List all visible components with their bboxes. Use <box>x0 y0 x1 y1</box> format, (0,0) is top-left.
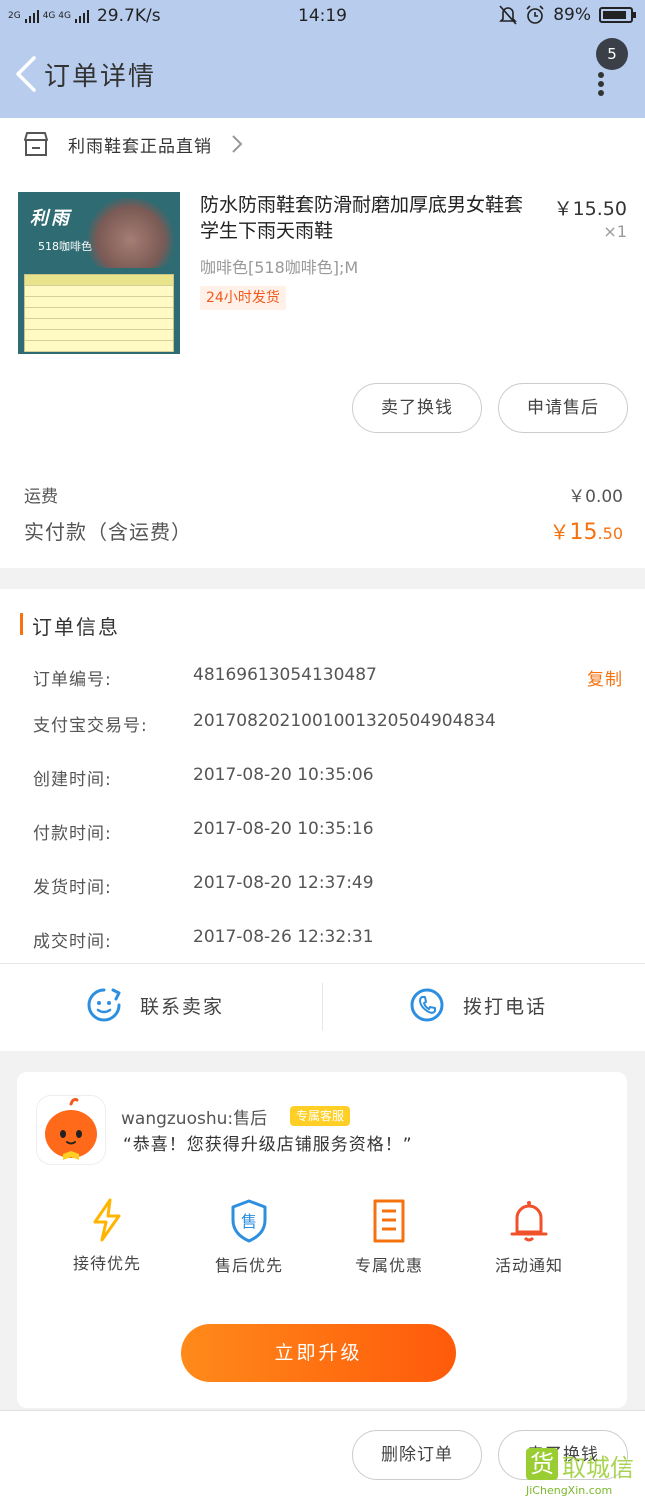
product-price: ￥15.50 <box>553 198 627 220</box>
service-tag: 专属客服 <box>290 1106 351 1126</box>
alipay-value: 2017082021001001320504904834 <box>193 711 496 731</box>
call-phone-label: 拨打电话 <box>463 995 548 1018</box>
sell-button[interactable]: 卖了换钱 <box>352 383 482 433</box>
after-sale-button[interactable]: 申请售后 <box>498 383 628 433</box>
service-name: wangzuoshu:售后 <box>121 1109 268 1129</box>
perk-event-notice: 活动通知 <box>469 1198 589 1276</box>
paid-amount: ￥15.50 <box>550 516 623 545</box>
created-time-label: 创建时间: <box>33 770 112 790</box>
back-arrow-icon[interactable] <box>12 54 42 94</box>
shipping-label: 运费 <box>24 487 58 507</box>
order-item-card: 利雨鞋套正品直销 利雨 518咖啡色 防水防雨鞋套防滑耐磨加厚底男女鞋套学生下雨… <box>0 118 645 568</box>
mute-bell-icon <box>499 5 518 25</box>
shop-icon <box>24 132 48 156</box>
product-thumbnail[interactable]: 利雨 518咖啡色 <box>18 192 180 354</box>
message-count-badge[interactable]: 5 <box>596 38 628 70</box>
order-info-title: 订单信息 <box>32 615 120 639</box>
watermark: 货 取城信 JiChengXin.com <box>526 1448 644 1500</box>
paid-label: 实付款（含运费） <box>24 520 192 544</box>
shipped-time-value: 2017-08-20 12:37:49 <box>193 873 374 893</box>
product-sku: 咖啡色[518咖啡色];M <box>200 258 359 277</box>
copy-button[interactable]: 复制 <box>587 665 623 690</box>
watermark-text: 取城信 <box>562 1454 634 1482</box>
perk-label-4: 活动通知 <box>494 1256 563 1275</box>
service-avatar <box>37 1096 105 1164</box>
shield-icon: 售 <box>231 1199 267 1243</box>
paid-int: 15 <box>569 520 598 545</box>
deal-time-label: 成交时间: <box>33 932 112 952</box>
divider <box>0 963 645 964</box>
nav-bar: 订单详情 5 <box>0 32 645 118</box>
shoe-image <box>88 198 173 268</box>
perk-label-3: 专属优惠 <box>354 1256 423 1275</box>
vertical-divider <box>322 983 323 1031</box>
shipping-value: ￥0.00 <box>568 487 623 507</box>
paid-symbol: ￥ <box>549 520 570 544</box>
created-time-value: 2017-08-20 10:35:06 <box>193 765 374 785</box>
delete-order-button[interactable]: 删除订单 <box>352 1430 482 1480</box>
size-table-image <box>24 274 174 352</box>
status-right: 89% <box>499 5 636 25</box>
paid-dec: .50 <box>597 524 623 543</box>
perk-reception-priority: 接待优先 <box>47 1198 167 1274</box>
battery-level <box>603 11 627 19</box>
svg-text:售: 售 <box>241 1212 257 1231</box>
lightning-icon <box>93 1198 121 1242</box>
contact-seller-label: 联系卖家 <box>140 995 225 1018</box>
watermark-url: JiChengXin.com <box>526 1484 613 1497</box>
order-number-value: 48169613054130487 <box>193 665 377 685</box>
status-bar: 2G 4G 4G 29.7K/s 14:19 89% <box>0 0 645 32</box>
contact-seller-button[interactable]: 联系卖家 <box>86 987 224 1023</box>
mascot-avatar-icon <box>45 1098 97 1160</box>
alarm-icon <box>526 5 544 24</box>
paid-time-value: 2017-08-20 10:35:16 <box>193 819 374 839</box>
section-accent-bar <box>20 613 23 635</box>
alipay-label: 支付宝交易号: <box>33 716 148 736</box>
thumbnail-color: 518咖啡色 <box>38 240 92 253</box>
paid-time-label: 付款时间: <box>33 824 112 844</box>
more-menu-icon[interactable] <box>598 72 606 96</box>
service-message: “恭喜！您获得升级店铺服务资格！” <box>123 1135 413 1155</box>
perk-label-1: 接待优先 <box>72 1254 141 1273</box>
battery-icon <box>599 7 636 23</box>
deal-time-value: 2017-08-26 12:32:31 <box>193 927 374 947</box>
chevron-right-icon <box>232 135 243 153</box>
perk-after-sale-priority: 售 售后优先 <box>189 1198 309 1276</box>
shipping-tag: 24小时发货 <box>200 286 286 310</box>
call-phone-button[interactable]: 拨打电话 <box>409 987 547 1023</box>
battery-percent: 89% <box>553 5 591 25</box>
shipped-time-label: 发货时间: <box>33 878 112 898</box>
coupon-icon <box>373 1199 405 1243</box>
order-info-card: 订单信息 订单编号: 48169613054130487 复制 支付宝交易号: … <box>0 589 645 1051</box>
product-quantity: ×1 <box>603 222 627 241</box>
bell-icon <box>510 1201 548 1242</box>
watermark-logo: 货 <box>526 1448 558 1480</box>
phone-icon <box>410 988 444 1022</box>
thumbnail-brand: 利雨 <box>30 208 72 229</box>
order-number-label: 订单编号: <box>33 670 112 690</box>
shop-name: 利雨鞋套正品直销 <box>68 136 212 157</box>
service-upgrade-card: wangzuoshu:售后 专属客服 “恭喜！您获得升级店铺服务资格！” 接待优… <box>17 1072 627 1408</box>
upgrade-button[interactable]: 立即升级 <box>181 1324 456 1382</box>
product-title[interactable]: 防水防雨鞋套防滑耐磨加厚底男女鞋套学生下雨天雨鞋 <box>200 192 530 244</box>
shop-link[interactable]: 利雨鞋套正品直销 <box>22 130 244 158</box>
perk-exclusive-discount: 专属优惠 <box>329 1198 449 1276</box>
page-title: 订单详情 <box>44 62 157 92</box>
perk-label-2: 售后优先 <box>214 1256 283 1275</box>
chat-face-icon <box>87 988 121 1022</box>
